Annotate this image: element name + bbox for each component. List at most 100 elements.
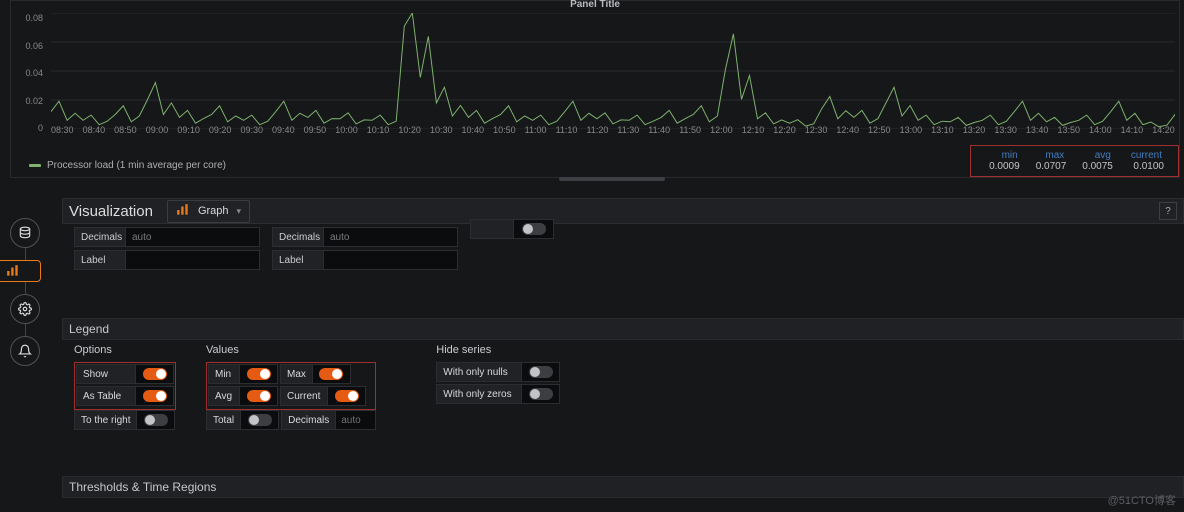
graph-icon	[176, 204, 190, 219]
x-axis: 08:3008:4008:5009:0009:1009:2009:3009:40…	[51, 125, 1175, 137]
stat-avg: 0.0075	[1074, 161, 1121, 172]
extra-toggle[interactable]	[514, 219, 554, 239]
panel-title: Panel Title	[570, 0, 620, 10]
opt-show-label: Show	[76, 364, 136, 384]
x-tick: 14:00	[1089, 125, 1112, 137]
extra-toggle-label	[470, 219, 514, 239]
rail-visualization-icon[interactable]	[0, 260, 41, 282]
hide-zeros-toggle[interactable]	[522, 384, 560, 404]
stat-header-max[interactable]: max	[1028, 150, 1075, 161]
legend-stats-box: min max avg current 0.0009 0.0707 0.0075…	[970, 145, 1179, 177]
x-tick: 13:00	[900, 125, 923, 137]
left-decimals-input[interactable]: auto	[126, 227, 260, 247]
stat-min: 0.0009	[981, 161, 1028, 172]
right-decimals-label: Decimals	[272, 227, 324, 247]
x-tick: 11:00	[525, 125, 547, 137]
chart-scrollbar[interactable]	[559, 177, 665, 181]
visualization-title: Visualization	[69, 203, 153, 220]
visualization-type-label: Graph	[198, 205, 229, 217]
y-tick: 0.06	[11, 41, 47, 51]
stat-max: 0.0707	[1028, 161, 1075, 172]
x-tick: 10:20	[398, 125, 421, 137]
x-tick: 13:50	[1057, 125, 1080, 137]
x-tick: 11:10	[556, 125, 578, 137]
val-min-label: Min	[208, 364, 240, 384]
chart-plot[interactable]	[51, 13, 1175, 129]
x-tick: 10:00	[335, 125, 358, 137]
stat-header-avg[interactable]: avg	[1074, 150, 1121, 161]
x-tick: 13:20	[963, 125, 986, 137]
x-tick: 12:40	[836, 125, 859, 137]
x-tick: 08:40	[83, 125, 106, 137]
stat-header-current[interactable]: current	[1121, 150, 1172, 161]
stat-header-min[interactable]: min	[981, 150, 1028, 161]
legend-body: Options Show As Table To the right Value…	[62, 342, 1184, 432]
x-tick: 11:50	[679, 125, 701, 137]
stat-current: 0.0100	[1121, 161, 1172, 172]
series-swatch	[29, 164, 41, 167]
hide-nulls-toggle[interactable]	[522, 362, 560, 382]
val-avg-toggle[interactable]	[240, 386, 278, 406]
x-tick: 09:30	[240, 125, 263, 137]
x-tick: 13:30	[994, 125, 1017, 137]
opt-astable-toggle[interactable]	[136, 386, 174, 406]
y-tick: 0.08	[11, 13, 47, 23]
y-tick: 0.04	[11, 68, 47, 78]
series-name: Processor load (1 min average per core)	[47, 160, 226, 171]
chevron-down-icon	[237, 205, 242, 217]
x-tick: 13:40	[1026, 125, 1049, 137]
x-tick: 11:40	[648, 125, 670, 137]
x-tick: 14:10	[1121, 125, 1144, 137]
val-total-toggle[interactable]	[241, 410, 279, 430]
val-decimals-input[interactable]: auto	[336, 410, 376, 430]
x-tick: 12:30	[805, 125, 828, 137]
help-button[interactable]: ?	[1159, 202, 1177, 220]
thresholds-section-header[interactable]: Thresholds & Time Regions	[62, 476, 1184, 498]
x-tick: 11:30	[617, 125, 639, 137]
watermark: @51CTO博客	[1108, 492, 1176, 508]
x-tick: 08:50	[114, 125, 137, 137]
opt-show-toggle[interactable]	[136, 364, 174, 384]
y-tick: 0	[11, 123, 47, 133]
rail-queries-icon[interactable]	[10, 218, 40, 248]
opt-toright-label: To the right	[74, 410, 137, 430]
x-tick: 14:20	[1152, 125, 1175, 137]
right-decimals-input[interactable]: auto	[324, 227, 458, 247]
x-tick: 10:50	[493, 125, 516, 137]
x-tick: 13:10	[931, 125, 954, 137]
x-tick: 10:10	[367, 125, 390, 137]
visualization-type-dropdown[interactable]: Graph	[167, 200, 250, 223]
x-tick: 10:30	[430, 125, 453, 137]
x-tick: 12:50	[868, 125, 891, 137]
options-title: Options	[74, 344, 176, 356]
opt-astable-label: As Table	[76, 386, 136, 406]
x-tick: 12:10	[742, 125, 765, 137]
x-tick: 09:50	[304, 125, 327, 137]
val-decimals-label: Decimals	[281, 410, 336, 430]
right-label-label: Label	[272, 250, 324, 270]
y-tick: 0.02	[11, 96, 47, 106]
rail-alert-icon[interactable]	[10, 336, 40, 366]
val-min-toggle[interactable]	[240, 364, 278, 384]
right-label-input[interactable]	[324, 250, 458, 270]
visualization-header: Visualization Graph ?	[62, 198, 1184, 224]
side-rail	[8, 218, 42, 366]
values-title: Values	[206, 344, 376, 356]
series-legend[interactable]: Processor load (1 min average per core)	[29, 160, 226, 171]
left-label-input[interactable]	[126, 250, 260, 270]
x-tick: 09:20	[209, 125, 232, 137]
axes-row: Decimals auto Label Decimals auto Label	[62, 227, 1184, 279]
hide-title: Hide series	[436, 344, 560, 356]
left-decimals-label: Decimals	[74, 227, 126, 247]
rail-general-icon[interactable]	[10, 294, 40, 324]
val-current-label: Current	[280, 386, 328, 406]
legend-section-header[interactable]: Legend	[62, 318, 1184, 340]
x-tick: 12:00	[710, 125, 733, 137]
opt-toright-toggle[interactable]	[137, 410, 175, 430]
hide-nulls-label: With only nulls	[436, 362, 522, 382]
val-current-toggle[interactable]	[328, 386, 366, 406]
x-tick: 09:00	[146, 125, 169, 137]
val-max-toggle[interactable]	[313, 364, 351, 384]
val-max-label: Max	[280, 364, 313, 384]
x-tick: 10:40	[462, 125, 485, 137]
